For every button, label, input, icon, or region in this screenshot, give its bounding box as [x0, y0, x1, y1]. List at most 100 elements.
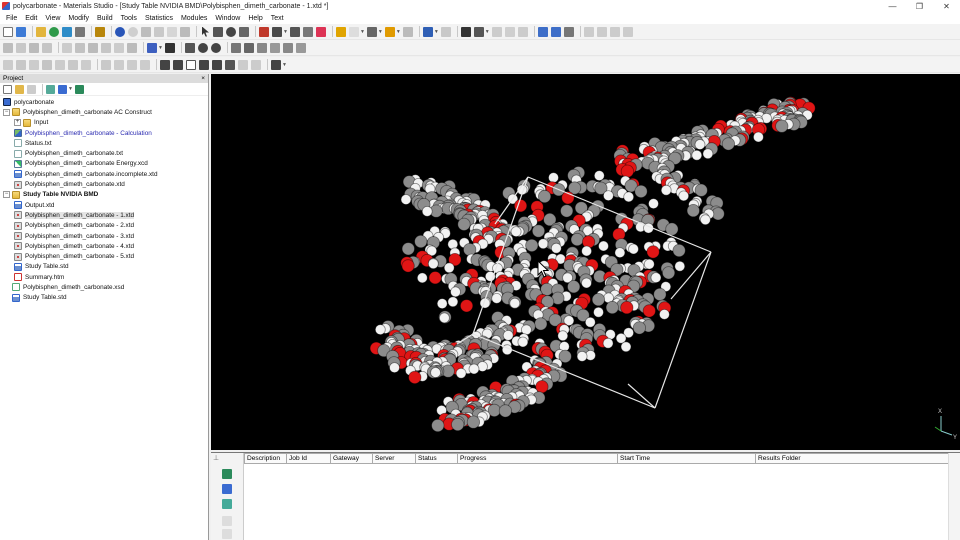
column-status[interactable]: Status — [415, 453, 458, 464]
menu-build[interactable]: Build — [93, 15, 117, 22]
tree-item[interactable]: Polybisphen_dimeth_carbonate.xtd — [0, 179, 208, 189]
fit-to-screen-icon[interactable] — [272, 26, 282, 37]
column-server[interactable]: Server — [372, 453, 416, 464]
tree-item[interactable]: − Study Table NVIDIA BMD — [0, 190, 208, 200]
label-icon[interactable] — [302, 26, 313, 37]
new-document-icon[interactable] — [3, 26, 13, 37]
lasso-tool-icon[interactable] — [16, 59, 26, 70]
build-bonds-icon[interactable] — [440, 26, 451, 37]
tree-item[interactable]: Polybisphen_dimeth_carbonate - Calculati… — [0, 128, 208, 138]
link-tool-icon[interactable] — [55, 59, 65, 70]
pencil-icon[interactable] — [335, 26, 346, 37]
stop-animation-icon[interactable] — [186, 59, 196, 70]
color-fill-icon[interactable] — [366, 26, 377, 37]
move-icon[interactable] — [184, 42, 195, 53]
grid-tool-icon[interactable] — [68, 59, 78, 70]
chevron-down-icon[interactable]: ▼ — [378, 29, 383, 35]
restore-button[interactable]: ❐ — [906, 0, 933, 12]
symmetry-icon[interactable] — [517, 26, 528, 37]
grid-align-icon[interactable] — [460, 26, 471, 37]
zoom-tool-icon[interactable] — [29, 59, 39, 70]
measure-icon[interactable] — [473, 26, 484, 37]
collapse-icon[interactable]: − — [3, 191, 10, 199]
bond-tool-icon[interactable] — [16, 42, 26, 53]
stop-icon[interactable] — [140, 59, 150, 70]
chevron-down-icon[interactable]: ▼ — [434, 29, 439, 35]
tree-item[interactable]: + Input — [0, 118, 208, 128]
tool-c-icon[interactable] — [609, 26, 620, 37]
tree-item[interactable]: Polybisphen_dimeth_carbonate - 3.xtd — [0, 231, 208, 241]
box-tool-icon[interactable] — [81, 59, 91, 70]
tool-d-icon[interactable] — [622, 26, 633, 37]
column-start-time[interactable]: Start Time — [617, 453, 756, 464]
refresh-icon[interactable] — [210, 42, 221, 53]
center-view-icon[interactable] — [289, 26, 300, 37]
menu-edit[interactable]: Edit — [21, 15, 41, 22]
next-frame-icon[interactable] — [199, 59, 209, 70]
fork-tool-icon[interactable] — [101, 42, 111, 53]
tree-item[interactable]: Polybisphen_dimeth_carbonate Energy.xcd — [0, 159, 208, 169]
project-panel-close-button[interactable]: × — [201, 75, 205, 82]
polymer-structure-canvas[interactable]: X Y — [211, 74, 960, 450]
menu-statistics[interactable]: Statistics — [141, 15, 177, 22]
tree-item[interactable]: Polybisphen_dimeth_carbonate - 5.xtd — [0, 251, 208, 261]
chevron-down-icon[interactable]: ▼ — [158, 45, 163, 51]
tree-item[interactable]: polycarbonate — [0, 97, 208, 107]
pin-icon[interactable]: ⊥ — [213, 454, 219, 462]
view-d-icon[interactable] — [269, 42, 280, 53]
chain-tool-icon[interactable] — [42, 42, 52, 53]
rotate-icon[interactable] — [213, 26, 223, 37]
tree-item[interactable]: Polybisphen_dimeth_carbonate.txt — [0, 148, 208, 158]
column-description[interactable]: Description — [244, 453, 287, 464]
pause-icon[interactable] — [127, 59, 137, 70]
stop-job-icon[interactable] — [222, 516, 232, 526]
translate-icon[interactable] — [239, 26, 249, 37]
new-item-icon[interactable] — [3, 84, 12, 94]
sketch-ring-icon[interactable] — [348, 26, 359, 37]
download-results-icon[interactable] — [222, 499, 232, 509]
highlight-icon[interactable] — [384, 26, 395, 37]
sort-icon[interactable] — [58, 84, 67, 94]
export-icon[interactable] — [62, 26, 72, 37]
save-icon[interactable] — [16, 26, 26, 37]
animation-speed-icon[interactable] — [251, 59, 261, 70]
rotate-clockwise-icon[interactable] — [197, 42, 208, 53]
menu-text[interactable]: Text — [267, 15, 288, 22]
refresh-project-icon[interactable] — [46, 84, 55, 94]
tree-item[interactable]: Polybisphen_dimeth_carbonate - 1.xtd — [0, 210, 208, 220]
animation-settings-icon[interactable] — [271, 59, 281, 70]
view-f-icon[interactable] — [295, 42, 306, 53]
tree-item[interactable]: Summary.htm — [0, 272, 208, 282]
lock-tool-icon[interactable] — [114, 42, 124, 53]
list-icon[interactable] — [491, 26, 502, 37]
view-b-icon[interactable] — [243, 42, 254, 53]
select-pointer-icon[interactable] — [202, 26, 209, 37]
ring-tool-icon[interactable] — [29, 42, 39, 53]
line-style-icon[interactable] — [402, 26, 413, 37]
project-properties-icon[interactable] — [74, 84, 84, 94]
menu-view[interactable]: View — [41, 15, 64, 22]
fx-icon[interactable] — [164, 42, 175, 53]
copy-icon[interactable] — [154, 26, 164, 37]
new-folder-icon[interactable] — [15, 84, 24, 94]
hydrogen-tool-icon[interactable] — [62, 42, 72, 53]
cut-icon[interactable] — [141, 26, 151, 37]
cascade-windows-icon[interactable] — [563, 26, 574, 37]
chevron-down-icon[interactable]: ▼ — [485, 29, 490, 35]
tile-windows-icon[interactable] — [550, 26, 561, 37]
properties-icon[interactable] — [95, 26, 105, 37]
loop-icon[interactable] — [225, 59, 235, 70]
reset-view-icon[interactable] — [259, 26, 269, 37]
column-job-id[interactable]: Job Id — [286, 453, 331, 464]
animation-mode-icon[interactable] — [238, 59, 248, 70]
charge-tool-icon[interactable] — [75, 42, 85, 53]
menu-file[interactable]: File — [2, 15, 21, 22]
select-tool-icon[interactable] — [3, 59, 13, 70]
open-folder-icon[interactable] — [36, 26, 46, 37]
clean-structure-icon[interactable] — [422, 26, 433, 37]
tree-item[interactable]: Polybisphen_dimeth_carbonate - 4.xtd — [0, 241, 208, 251]
column-progress[interactable]: Progress — [457, 453, 618, 464]
tree-item[interactable]: Polybisphen_dimeth_carbonate.incomplete.… — [0, 169, 208, 179]
delete-icon[interactable] — [180, 26, 190, 37]
rename-icon[interactable] — [27, 84, 36, 94]
